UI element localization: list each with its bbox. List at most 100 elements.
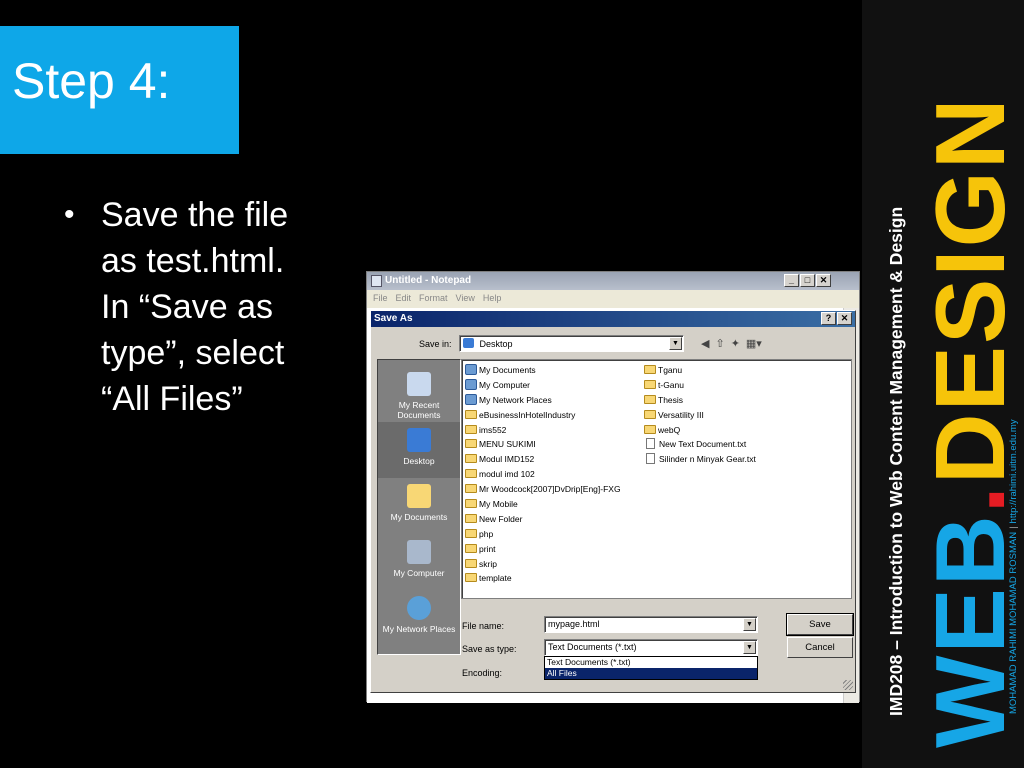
menu-format[interactable]: Format (419, 293, 448, 305)
file-label: New Text Document.txt (659, 439, 747, 450)
save-in-value: Desktop (479, 339, 513, 349)
chevron-down-icon[interactable]: ▼ (743, 641, 756, 654)
list-item[interactable]: print (465, 542, 621, 557)
folder-icon (644, 394, 656, 404)
instruction-line: type”, select (101, 334, 285, 372)
file-label: print (479, 543, 496, 554)
place-my-network-places[interactable]: My Network Places (378, 590, 460, 646)
notepad-window-controls: _ □ ✕ (784, 274, 831, 287)
help-button[interactable]: ? (821, 312, 836, 325)
minimize-button[interactable]: _ (784, 274, 799, 287)
folder-icon (465, 573, 477, 583)
list-item[interactable]: My Mobile (465, 497, 621, 512)
save-as-type-label: Save as type: (462, 644, 517, 654)
save-as-type-value: Text Documents (*.txt) (548, 642, 637, 652)
file-column-1: My Documents My Computer My Network Plac… (465, 363, 621, 586)
list-item[interactable]: My Computer (465, 378, 621, 393)
list-item[interactable]: My Documents (465, 363, 621, 378)
close-button[interactable]: ✕ (816, 274, 831, 287)
menu-file[interactable]: File (373, 293, 388, 305)
option-text-documents[interactable]: Text Documents (*.txt) (545, 657, 757, 668)
file-label: t-Ganu (658, 379, 684, 390)
place-label: My Recent Documents (397, 400, 441, 420)
author-url[interactable]: http://rahimi.uitm.edu.my (1008, 419, 1019, 523)
notepad-icon (371, 275, 382, 287)
network-places-icon (465, 393, 477, 405)
list-item[interactable]: New Text Document.txt (644, 437, 756, 452)
folder-icon (465, 484, 477, 494)
place-my-documents[interactable]: My Documents (378, 478, 460, 534)
notepad-menubar: File Edit Format View Help (367, 291, 859, 307)
my-computer-icon (407, 540, 431, 564)
list-item[interactable]: skrip (465, 557, 621, 572)
place-label: My Network Places (382, 624, 456, 634)
chevron-down-icon[interactable]: ▼ (669, 337, 682, 350)
folder-icon (465, 454, 477, 464)
list-item[interactable]: Mr Woodcock[2007]DvDrip[Eng]-FXG (465, 482, 621, 497)
folder-icon (465, 409, 477, 419)
menu-help[interactable]: Help (483, 293, 502, 305)
view-menu-icon[interactable]: ▦▾ (746, 337, 762, 350)
save-in-label: Save in: (419, 339, 452, 349)
place-my-recent-documents[interactable]: My Recent Documents (378, 366, 460, 422)
maximize-button[interactable]: □ (800, 274, 815, 287)
desktop-icon (407, 428, 431, 452)
list-item[interactable]: Silinder n Minyak Gear.txt (644, 452, 756, 467)
file-name-field[interactable]: mypage.html ▼ (544, 616, 758, 633)
dialog-close-button[interactable]: ✕ (837, 312, 852, 325)
folder-icon (465, 424, 477, 434)
list-item[interactable]: Versatility III (644, 408, 756, 423)
list-item[interactable]: My Network Places (465, 393, 621, 408)
save-as-type-dropdown[interactable]: Text Documents (*.txt) ▼ (544, 639, 758, 656)
instruction-line: Save the file (101, 196, 289, 234)
folder-icon (644, 424, 656, 434)
notepad-window: Untitled - Notepad _ □ ✕ File Edit Forma… (366, 271, 860, 703)
place-my-computer[interactable]: My Computer (378, 534, 460, 590)
save-in-dropdown[interactable]: Desktop ▼ (459, 335, 684, 352)
step-title: Step 4: (12, 53, 171, 109)
file-label: ims552 (479, 424, 507, 435)
place-label: My Computer (393, 568, 445, 578)
list-item[interactable]: Tganu (644, 363, 756, 378)
author-line: MOHAMAD RAHIMI MOHAMAD ROSMAN | http://rah… (1008, 419, 1019, 714)
list-item[interactable]: eBusinessInHotelIndustry (465, 408, 621, 423)
up-folder-icon[interactable]: ⇧ (715, 337, 724, 350)
list-item[interactable]: MENU SUKIMI (465, 437, 621, 452)
list-item[interactable]: webQ (644, 423, 756, 438)
save-button[interactable]: Save (786, 613, 854, 636)
file-column-2: Tganu t-Ganu Thesis Versatility III webQ… (644, 363, 756, 467)
back-icon[interactable]: ◀ (701, 337, 709, 350)
my-computer-icon (465, 378, 477, 390)
menu-view[interactable]: View (456, 293, 475, 305)
list-item[interactable]: Modul IMD152 (465, 452, 621, 467)
file-label: Tganu (658, 365, 683, 375)
recent-documents-icon (407, 372, 431, 396)
file-label: webQ (658, 424, 681, 435)
network-places-icon (407, 596, 431, 620)
menu-edit[interactable]: Edit (396, 293, 412, 305)
place-desktop[interactable]: Desktop (378, 422, 460, 478)
folder-icon (465, 528, 477, 538)
text-file-icon (646, 453, 655, 465)
resize-grip-icon[interactable] (843, 680, 853, 690)
option-all-files[interactable]: All Files (545, 668, 757, 679)
my-documents-icon (465, 364, 477, 375)
list-item[interactable]: php (465, 527, 621, 542)
list-item[interactable]: modul imd 102 (465, 467, 621, 482)
chevron-down-icon[interactable]: ▼ (743, 618, 756, 631)
list-item[interactable]: ims552 (465, 423, 621, 438)
folder-icon (644, 379, 656, 389)
list-item[interactable]: New Folder (465, 512, 621, 527)
folder-icon (465, 513, 477, 523)
text-file-icon (646, 438, 655, 450)
file-label: Mr Woodcock[2007]DvDrip[Eng]-FXG (479, 484, 621, 495)
list-item[interactable]: t-Ganu (644, 378, 756, 393)
new-folder-icon[interactable]: ✦ (731, 337, 740, 350)
save-as-type-options: Text Documents (*.txt) All Files (544, 656, 758, 680)
places-bar: My Recent Documents Desktop My Documents… (377, 359, 461, 655)
instruction-line: “All Files” (101, 380, 243, 418)
file-label: Thesis (658, 394, 684, 405)
cancel-button[interactable]: Cancel (787, 637, 853, 658)
list-item[interactable]: Thesis (644, 393, 756, 408)
list-item[interactable]: template (465, 571, 621, 586)
